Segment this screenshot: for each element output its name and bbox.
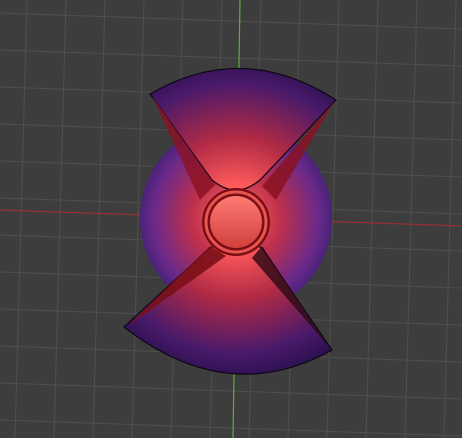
disc-mesh-icon[interactable] [123, 67, 337, 375]
grid-line-horizontal [0, 12, 462, 30]
grid-line-vertical [14, 0, 28, 438]
grid-line-vertical [92, 0, 106, 438]
grid-line-vertical [404, 0, 418, 438]
3d-viewport[interactable] [0, 0, 462, 438]
hub-center [210, 196, 262, 248]
grid-line-horizontal [0, 49, 462, 67]
viewport-canvas[interactable] [0, 0, 462, 438]
grid-line-vertical [53, 0, 67, 438]
grid-line-horizontal [0, 382, 462, 400]
grid-line-horizontal [0, 419, 462, 437]
grid-line-vertical [365, 0, 379, 438]
